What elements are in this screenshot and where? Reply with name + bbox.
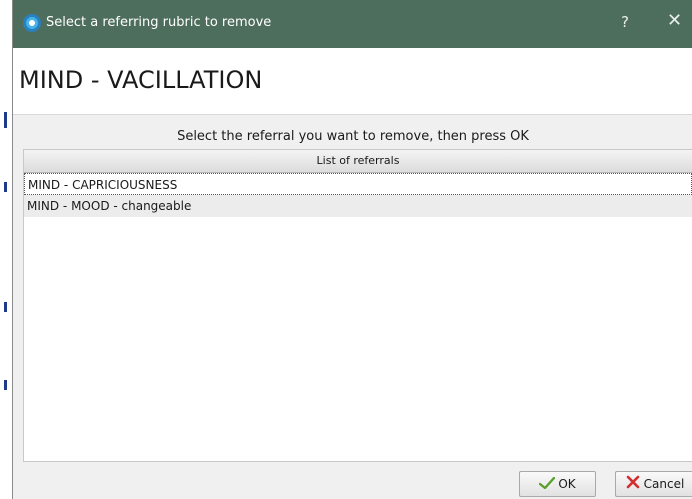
instruction-text: Select the referral you want to remove, … xyxy=(177,129,529,144)
list-column-header[interactable]: List of referrals xyxy=(24,150,692,173)
ok-button[interactable]: OK xyxy=(519,471,596,497)
checkmark-icon xyxy=(539,473,556,497)
app-logo-icon xyxy=(23,14,41,32)
cross-icon xyxy=(625,473,641,497)
help-button[interactable]: ? xyxy=(621,13,629,31)
background-marker xyxy=(4,112,7,128)
referrals-list[interactable]: List of referrals MIND - CAPRICIOUSNESS … xyxy=(23,149,692,462)
rubric-header: MIND - VACILLATION xyxy=(13,48,692,115)
dialog-titlebar[interactable]: Select a referring rubric to remove ? ✕ xyxy=(13,0,692,48)
close-button[interactable]: ✕ xyxy=(667,11,682,31)
background-marker xyxy=(4,182,7,192)
background-marker xyxy=(4,380,7,390)
dialog-title: Select a referring rubric to remove xyxy=(46,15,272,30)
cancel-button-label: Cancel xyxy=(643,477,685,491)
cancel-button[interactable]: Cancel xyxy=(615,471,692,497)
list-item[interactable]: MIND - CAPRICIOUSNESS xyxy=(24,173,692,195)
remove-referral-dialog: Select a referring rubric to remove ? ✕ … xyxy=(12,0,692,499)
ok-button-label: OK xyxy=(558,477,576,491)
background-marker xyxy=(4,302,7,312)
list-item[interactable]: MIND - MOOD - changeable xyxy=(24,195,692,217)
background-window-strip xyxy=(0,0,12,499)
rubric-title: MIND - VACILLATION xyxy=(19,66,263,94)
